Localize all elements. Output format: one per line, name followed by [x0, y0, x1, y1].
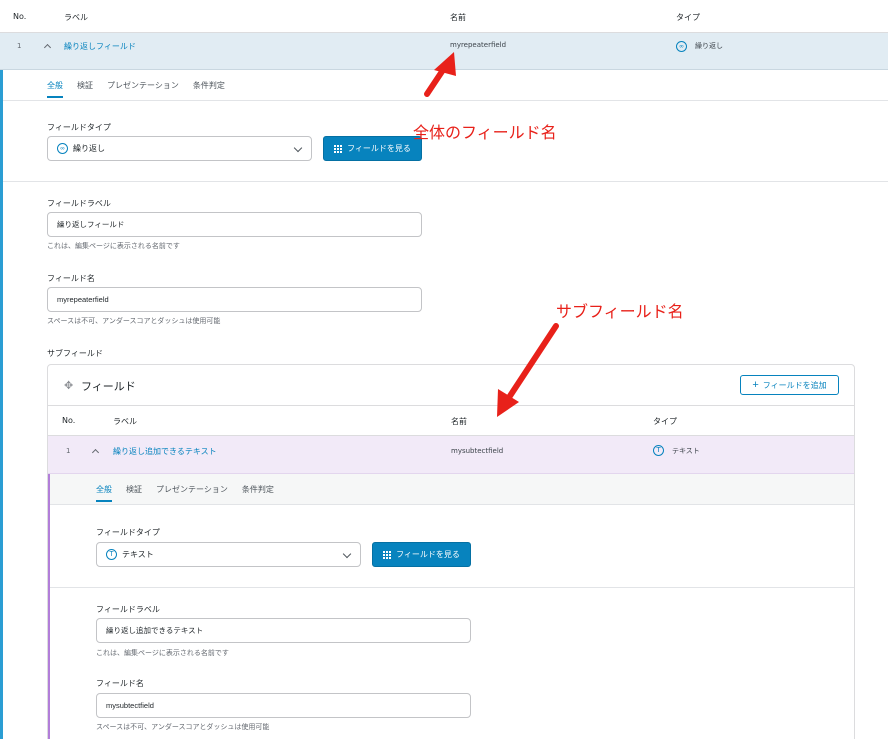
field-name-help: スペースは不可、アンダースコアとダッシュは使用可能	[47, 318, 221, 325]
sub-browse-fields-button[interactable]: フィールドを見る	[372, 542, 471, 567]
sub-header-type: タイプ	[653, 417, 677, 426]
header-no: No.	[13, 12, 27, 21]
tab-validation[interactable]: 検証	[77, 80, 93, 98]
grid-icon	[383, 550, 392, 559]
subfield-row-label-link[interactable]: 繰り返し追加できるテキスト	[113, 446, 217, 457]
sub-field-label-help: これは、編集ページに表示される名前です	[96, 650, 229, 657]
subfield-row[interactable]: 1 繰り返し追加できるテキスト mysubtectfield T テキスト	[48, 436, 854, 474]
sub-tab-conditional-logic[interactable]: 条件判定	[242, 484, 274, 502]
subfields-label: サブフィールド	[47, 349, 103, 358]
chevron-down-icon	[293, 143, 303, 153]
field-type-label: フィールドタイプ	[47, 123, 111, 132]
field-row-number: 1	[17, 42, 22, 50]
annotation-subfield-name: サブフィールド名	[556, 302, 684, 321]
sub-header-name: 名前	[451, 417, 467, 426]
subfields-panel-title: フィールド	[81, 381, 136, 393]
collapse-chevron-icon[interactable]	[91, 448, 100, 457]
plus-icon: +	[752, 378, 759, 391]
subfield-row-name: mysubtectfield	[451, 447, 504, 455]
text-T-icon: T	[106, 549, 117, 560]
subfields-panel: ✥ フィールド + フィールドを追加 No. ラベル 名前 タイプ 1 繰り返し…	[47, 364, 855, 739]
field-label-input[interactable]: 繰り返しフィールド	[47, 212, 422, 237]
sub-tab-general[interactable]: 全般	[96, 484, 112, 502]
sub-browse-fields-button-label: フィールドを見る	[396, 550, 460, 559]
chevron-down-icon	[342, 549, 352, 559]
browse-fields-button-label: フィールドを見る	[347, 144, 411, 153]
add-field-button[interactable]: + フィールドを追加	[740, 375, 839, 395]
header-name: 名前	[450, 13, 466, 22]
sub-field-name-label: フィールド名	[96, 679, 144, 688]
tab-conditional-logic[interactable]: 条件判定	[193, 80, 225, 98]
sub-field-type-label: フィールドタイプ	[96, 528, 160, 537]
tab-presentation[interactable]: プレゼンテーション	[107, 80, 179, 98]
browse-fields-button[interactable]: フィールドを見る	[323, 136, 422, 161]
subfield-settings-tab-bar: 全般 検証 プレゼンテーション 条件判定	[50, 474, 854, 505]
sub-field-name-help: スペースは不可、アンダースコアとダッシュは使用可能	[96, 724, 270, 731]
infinity-icon: ∞	[676, 41, 687, 52]
field-type-select-value: 繰り返し	[73, 144, 105, 153]
sub-field-type-select-value: テキスト	[122, 550, 154, 559]
sub-header-label: ラベル	[113, 417, 137, 426]
text-T-icon: T	[653, 445, 664, 456]
infinity-icon: ∞	[57, 143, 68, 154]
tab-general[interactable]: 全般	[47, 80, 63, 98]
field-row-name: myrepeaterfield	[450, 41, 507, 49]
subfield-row-number: 1	[66, 447, 71, 455]
collapse-chevron-icon[interactable]	[43, 43, 52, 52]
sub-field-type-select[interactable]: T テキスト	[96, 542, 361, 567]
field-row[interactable]: 1 繰り返しフィールド myrepeaterfield ∞ 繰り返し	[0, 33, 888, 70]
sub-header-no: No.	[62, 416, 76, 425]
sub-field-label-input[interactable]: 繰り返し追加できるテキスト	[96, 618, 471, 643]
field-label-help: これは、編集ページに表示される名前です	[47, 243, 180, 250]
field-settings-tab-bar: 全般 検証 プレゼンテーション 条件判定	[3, 70, 888, 101]
add-field-button-label: フィールドを追加	[762, 380, 827, 390]
sub-field-name-input[interactable]: mysubtectfield	[96, 693, 471, 718]
puzzle-icon: ✥	[64, 379, 74, 392]
field-name-input[interactable]: myrepeaterfield	[47, 287, 422, 312]
subfields-table-header: No. ラベル 名前 タイプ	[48, 406, 854, 436]
divider	[50, 587, 854, 588]
header-label: ラベル	[64, 13, 88, 22]
field-label-label: フィールドラベル	[47, 199, 111, 208]
field-open-accent-bar	[0, 70, 3, 739]
grid-icon	[334, 144, 343, 153]
field-type-select[interactable]: ∞ 繰り返し	[47, 136, 312, 161]
sub-field-label-label: フィールドラベル	[96, 605, 160, 614]
annotation-overall-field-name: 全体のフィールド名	[413, 123, 557, 142]
subfield-row-type: テキスト	[672, 447, 700, 455]
subfields-toolbar: ✥ フィールド + フィールドを追加	[48, 365, 854, 406]
subfield-open-accent-bar	[48, 474, 50, 739]
field-name-label: フィールド名	[47, 274, 95, 283]
fields-table-header: No. ラベル 名前 タイプ	[0, 0, 888, 33]
header-type: タイプ	[676, 13, 700, 22]
sub-tab-validation[interactable]: 検証	[126, 484, 142, 502]
field-row-type: 繰り返し	[695, 42, 723, 50]
field-row-label-link[interactable]: 繰り返しフィールド	[64, 41, 136, 52]
divider	[3, 181, 888, 182]
sub-tab-presentation[interactable]: プレゼンテーション	[156, 484, 228, 502]
